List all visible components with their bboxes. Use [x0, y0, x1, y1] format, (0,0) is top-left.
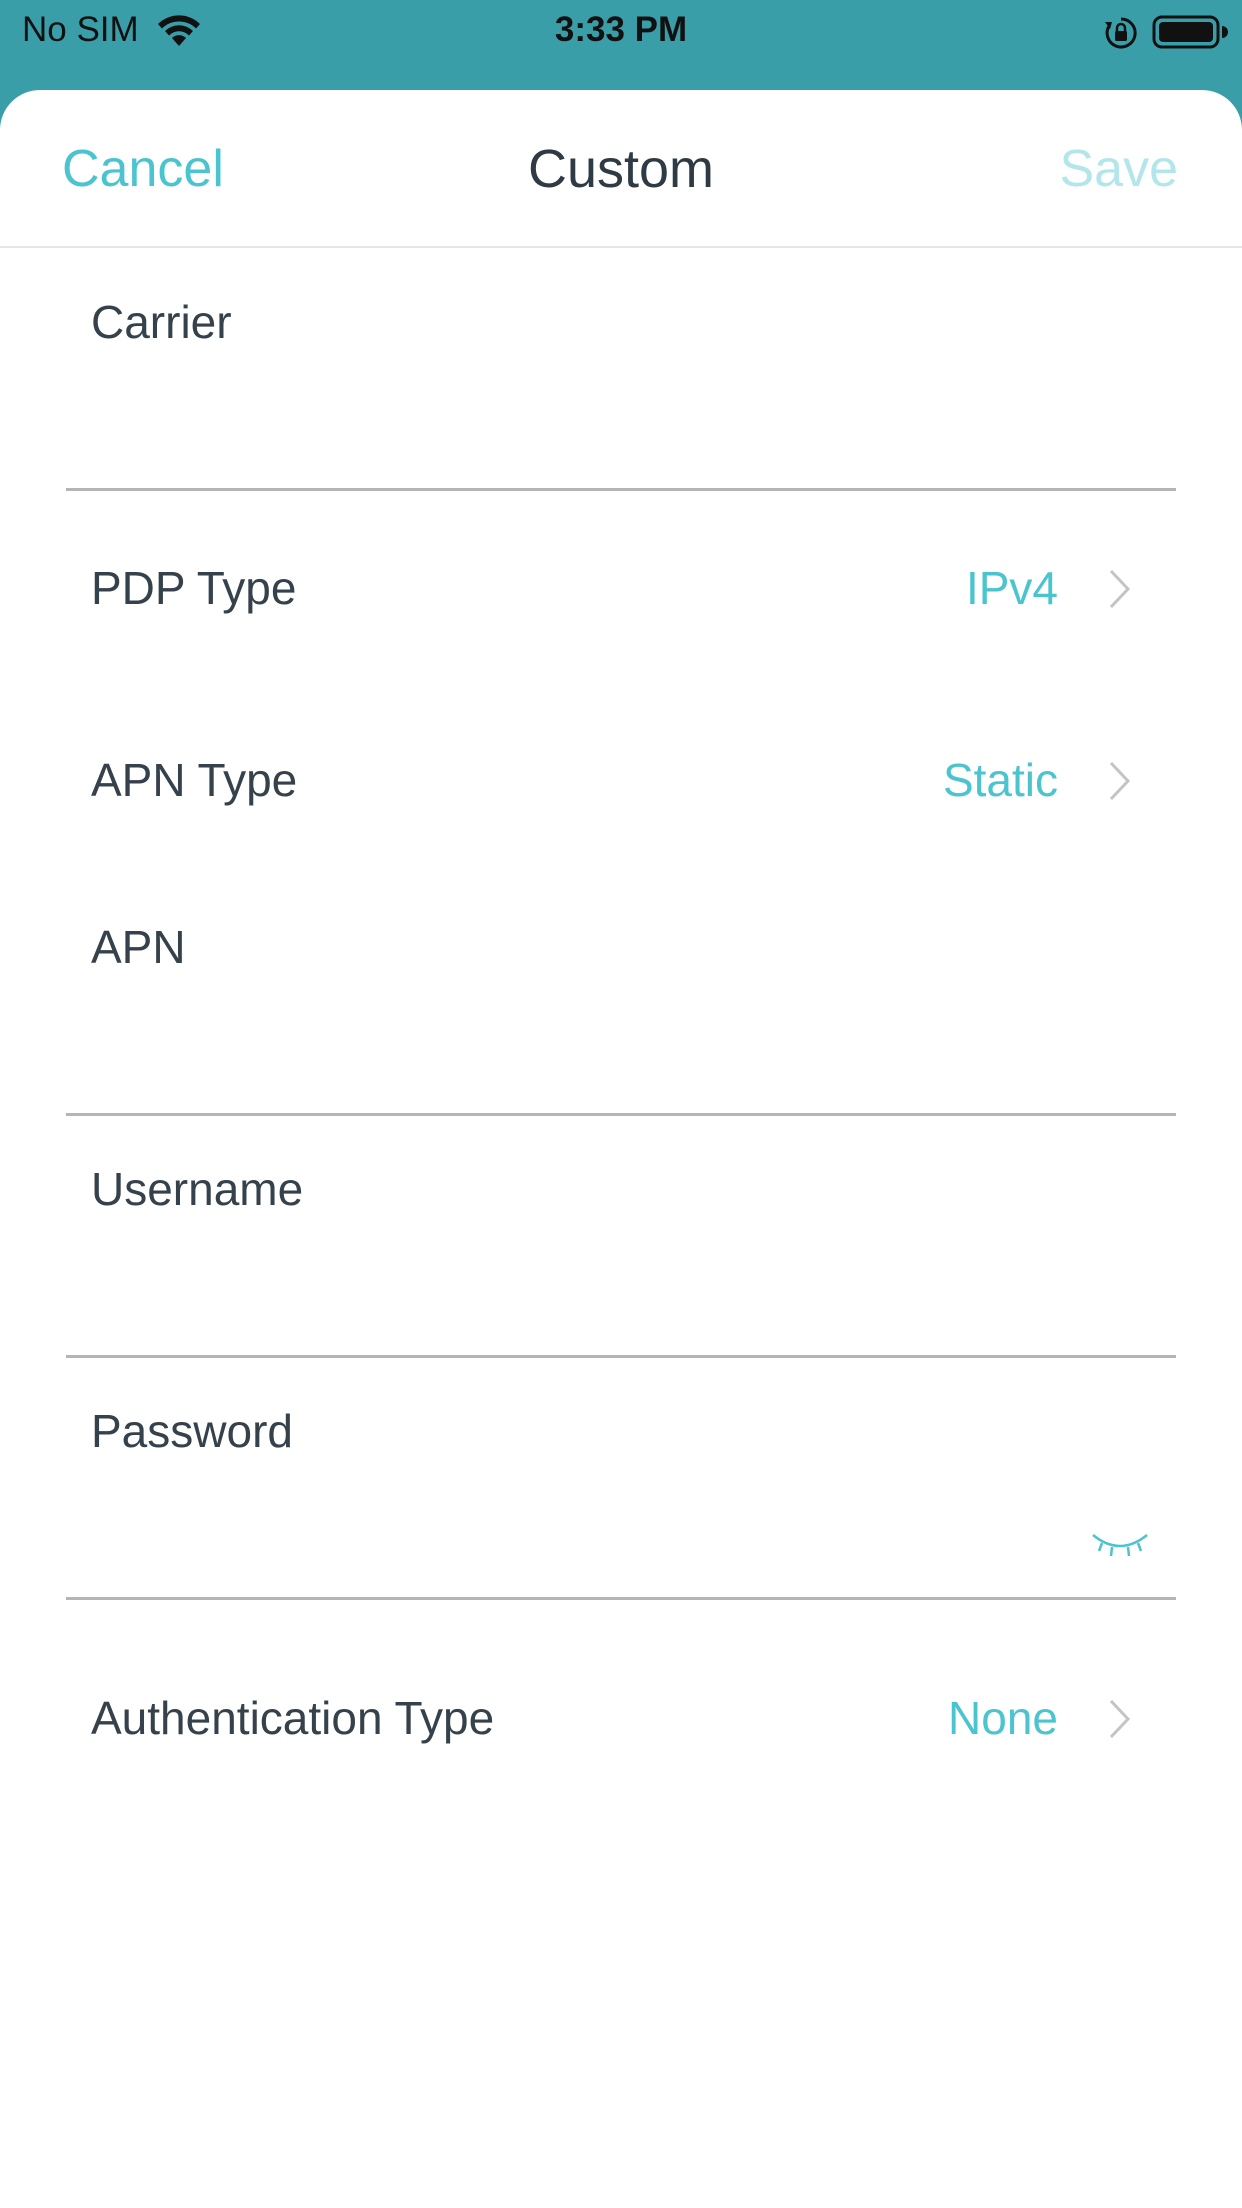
chevron-right-icon	[1109, 569, 1131, 609]
carrier-label: Carrier	[91, 296, 232, 348]
username-field: Username	[66, 1157, 1176, 1358]
authentication-type-row[interactable]: Authentication Type None	[66, 1643, 1176, 1793]
save-button[interactable]: Save	[1059, 136, 1178, 202]
pdp-type-label: PDP Type	[91, 562, 297, 614]
lock-rotation-icon	[1105, 17, 1137, 49]
password-input[interactable]	[91, 1481, 991, 1551]
password-underline	[66, 1597, 1176, 1600]
apn-label: APN	[91, 921, 186, 973]
carrier-field: Carrier	[66, 290, 1176, 491]
apn-type-row[interactable]: APN Type Static	[66, 705, 1176, 855]
apn-underline	[66, 1113, 1176, 1116]
chevron-right-icon	[1109, 761, 1131, 801]
custom-apn-sheet: Cancel Custom Save Carrier PDP Type IPv4…	[0, 90, 1242, 2208]
authentication-type-value: None	[948, 1692, 1058, 1744]
carrier-input[interactable]	[91, 372, 1091, 442]
username-input[interactable]	[91, 1239, 1091, 1309]
carrier-underline	[66, 488, 1176, 491]
apn-type-label: APN Type	[91, 754, 298, 806]
pdp-type-value: IPv4	[965, 562, 1058, 614]
password-label: Password	[91, 1405, 293, 1457]
navigation-bar: Cancel Custom Save	[0, 90, 1242, 248]
authentication-type-label: Authentication Type	[91, 1692, 495, 1744]
apn-type-value: Static	[942, 754, 1058, 806]
password-field: Password	[66, 1399, 1176, 1600]
battery-icon	[1152, 15, 1228, 49]
username-underline	[66, 1355, 1176, 1358]
chevron-right-icon	[1109, 1699, 1131, 1739]
pdp-type-row[interactable]: PDP Type IPv4	[66, 513, 1176, 663]
apn-input[interactable]	[91, 997, 1091, 1067]
status-bar: No SIM 3:33 PM	[0, 0, 1242, 90]
page-title: Custom	[527, 139, 715, 199]
status-time: 3:33 PM	[554, 10, 688, 49]
username-label: Username	[91, 1163, 304, 1215]
eye-closed-icon[interactable]	[1090, 1527, 1150, 1563]
apn-field: APN	[66, 915, 1176, 1116]
